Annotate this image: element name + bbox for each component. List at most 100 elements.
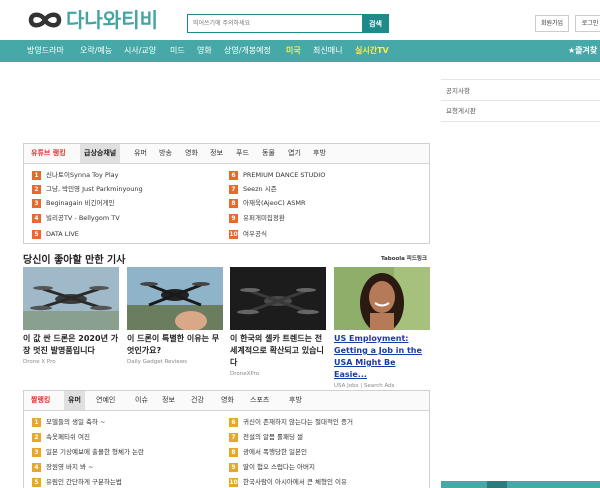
rank-number: 6	[229, 170, 238, 180]
rank-text: 속옷페티쉬 여진	[46, 433, 90, 441]
sidebar-request-link[interactable]: 요청게시판	[441, 100, 600, 122]
rank-number: 9	[229, 213, 238, 223]
card-source: Daily Gadget Reviews	[127, 359, 188, 365]
list-item[interactable]: 3 일본 기상예보에 출몰한 형체가 논란	[32, 446, 144, 458]
list-item[interactable]: 4 빌리공TV - Bellygom TV	[32, 212, 120, 224]
nav-item-live-tv[interactable]: 실시간TV	[355, 40, 389, 62]
rank-number: 3	[32, 198, 41, 208]
tab-food[interactable]: 푸드	[236, 144, 249, 163]
tab-movie[interactable]: 영화	[221, 391, 234, 410]
rank-number: 1	[32, 170, 41, 180]
card-title[interactable]: 이 값 싼 드론은 2020년 가장 멋진 발명품입니다	[23, 333, 119, 357]
rank-number: 4	[32, 213, 41, 223]
recommend-card[interactable]: US Employment: Getting a Job in the USA …	[334, 267, 430, 389]
tab-back[interactable]: 후방	[289, 391, 302, 410]
nav-item-us-drama[interactable]: 미드	[170, 40, 185, 62]
drone-image	[23, 267, 119, 330]
rank-number: 6	[229, 417, 238, 427]
tab-broadcast[interactable]: 방송	[159, 144, 172, 163]
woman-photo-image	[334, 267, 430, 330]
list-item[interactable]: 8 아재욱(AjeoC) ASMR	[229, 197, 306, 209]
rank-text: Seezn 시즌	[243, 185, 277, 193]
list-item[interactable]: 6 PREMIUM DANCE STUDIO	[229, 169, 325, 181]
tab-humor[interactable]: 유머	[134, 144, 147, 163]
tab-bizarre[interactable]: 엽기	[288, 144, 301, 163]
tab-humor[interactable]: 유머	[64, 391, 85, 410]
rank-text: 전설의 알몸 롤패딩 썰	[243, 433, 304, 441]
list-item[interactable]: 10 여우공식	[229, 228, 267, 240]
site-logo[interactable]: 다나와티비	[27, 9, 158, 31]
rank-text: 그냥, 박민영 Just Parkminyoung	[46, 185, 143, 193]
list-item[interactable]: 1 신나토이Synna Toy Play	[32, 169, 119, 181]
recommend-card[interactable]: 이 값 싼 드론은 2020년 가장 멋진 발명품입니다 Drone X Pro	[23, 267, 119, 365]
list-item[interactable]: 9 딸이 험오 스럽다는 아버지	[229, 461, 315, 473]
card-title[interactable]: 이 드론이 특별한 이유는 무엇인가요?	[127, 333, 223, 357]
tab-youtube-ranking[interactable]: 유튜브 랭킹	[31, 144, 66, 163]
tab-rising-channel[interactable]: 급상승채널	[80, 144, 121, 163]
site-header: 다나와티비 검색 회원가입 로그인	[0, 0, 600, 40]
rank-text: 광에서 폭행당한 일본인	[243, 448, 307, 456]
tab-issue[interactable]: 이슈	[135, 391, 148, 410]
rank-text: 여우공식	[243, 230, 267, 238]
nav-item-drama[interactable]: 방영드라마	[27, 40, 64, 62]
recommend-card[interactable]: 이 한국의 셀카 트렌드는 전 세계적으로 확산되고 있습니다 DroneXPr…	[230, 267, 326, 377]
list-item[interactable]: 3 Beginagain 비긴어게인	[32, 197, 115, 209]
nav-item-current-affairs[interactable]: 시사/교양	[124, 40, 156, 62]
search-button[interactable]: 검색	[362, 14, 389, 33]
rank-text: 아재욱(AjeoC) ASMR	[243, 199, 306, 207]
list-item[interactable]: 9 유퍼개미집정환	[229, 212, 285, 224]
list-item[interactable]: 8 광에서 폭행당한 일본인	[229, 446, 307, 458]
tab-health[interactable]: 건강	[191, 391, 204, 410]
drone-hand-image	[127, 267, 223, 330]
tab-info[interactable]: 정보	[210, 144, 223, 163]
sidebar-tab-bar	[441, 481, 600, 488]
list-item[interactable]: 1 모델들의 생일 축하 ~	[32, 416, 106, 428]
taboola-label[interactable]: Taboola 피드링크	[381, 254, 427, 262]
nav-item-favorites[interactable]: ★즐겨찾	[568, 40, 597, 62]
rank-number: 4	[32, 462, 41, 472]
card-title[interactable]: US Employment: Getting a Job in the USA …	[334, 333, 430, 381]
tab-back[interactable]: 후방	[313, 144, 326, 163]
list-item[interactable]: 5 유림인 간단하게 구분하는법	[32, 476, 122, 488]
nav-item-upcoming[interactable]: 상영/개봉예정	[224, 40, 271, 62]
list-item[interactable]: 2 그냥, 박민영 Just Parkminyoung	[32, 183, 143, 195]
youtube-ranking-box: 유튜브 랭킹 급상승채널 유머 방송 영화 정보 푸드 동물 엽기 후방 1 신나…	[23, 143, 430, 244]
nav-item-anime[interactable]: 최신매니	[313, 40, 342, 62]
nav-item-movie[interactable]: 영화	[197, 40, 212, 62]
rank-number: 8	[229, 447, 238, 457]
nav-item-entertainment[interactable]: 오락/예능	[80, 40, 112, 62]
tab-image-ranking[interactable]: 짤랭킹	[31, 391, 50, 410]
list-item[interactable]: 10 한국사람이 아시아에서 큰 체형인 이유	[229, 476, 347, 488]
rank-text: 한국사람이 아시아에서 큰 체형인 이유	[243, 478, 347, 486]
list-item[interactable]: 6 귀신이 존재하지 않는다는 절대적인 증거	[229, 416, 353, 428]
list-item[interactable]: 4 장원영 바지 봐 ~	[32, 461, 94, 473]
rank-number: 1	[32, 417, 41, 427]
rank-text: Beginagain 비긴어게인	[46, 199, 115, 207]
tab-celebrity[interactable]: 연예인	[96, 391, 115, 410]
rank-number: 3	[32, 447, 41, 457]
rank-number: 10	[229, 229, 238, 239]
rank-text: 유림인 간단하게 구분하는법	[46, 478, 122, 486]
nav-item-usa[interactable]: 미국	[286, 40, 301, 62]
rank-text: 귀신이 존재하지 않는다는 절대적인 증거	[243, 418, 353, 426]
tab-sports[interactable]: 스포츠	[250, 391, 269, 410]
rank-number: 8	[229, 198, 238, 208]
list-item[interactable]: 7 전설의 알몸 롤패딩 썰	[229, 431, 303, 443]
tab-animal[interactable]: 동물	[262, 144, 275, 163]
rank-text: 장원영 바지 봐 ~	[46, 463, 94, 471]
list-item[interactable]: 7 Seezn 시즌	[229, 183, 277, 195]
card-source: DroneXPro	[230, 371, 260, 377]
list-item[interactable]: 5 DATA LIVE	[32, 228, 79, 240]
join-button[interactable]: 회원가입	[535, 15, 569, 32]
rank-number: 2	[32, 432, 41, 442]
rank-text: PREMIUM DANCE STUDIO	[243, 171, 326, 179]
sidebar-notice-link[interactable]: 공지사항	[441, 79, 600, 101]
tab-movie[interactable]: 영화	[185, 144, 198, 163]
main-nav: 방영드라마 오락/예능 시사/교양 미드 영화 상영/개봉예정 미국 최신매니 …	[0, 40, 600, 62]
card-title[interactable]: 이 한국의 셀카 트렌드는 전 세계적으로 확산되고 있습니다	[230, 333, 326, 369]
recommend-card[interactable]: 이 드론이 특별한 이유는 무엇인가요? Daily Gadget Review…	[127, 267, 223, 365]
search-input[interactable]	[187, 14, 362, 33]
tab-info[interactable]: 정보	[162, 391, 175, 410]
list-item[interactable]: 2 속옷페티쉬 여진	[32, 431, 90, 443]
login-button[interactable]: 로그인	[575, 15, 600, 32]
